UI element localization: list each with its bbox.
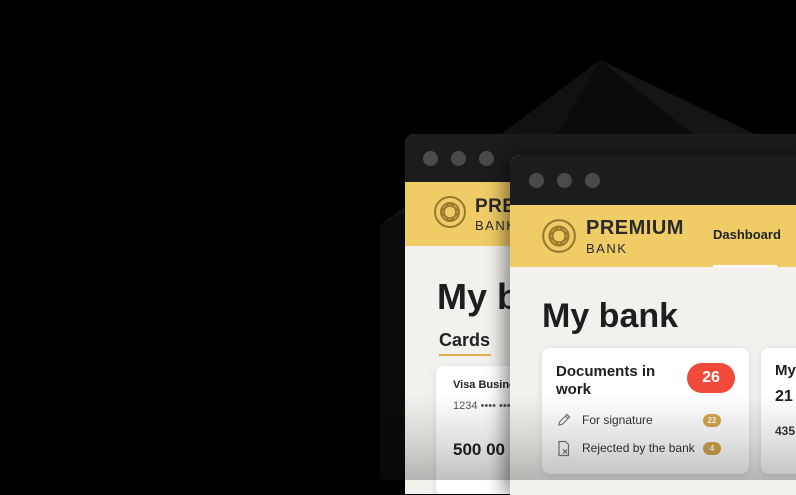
secondary-card-number: 21 <box>775 388 793 405</box>
for-signature-link[interactable]: For signature <box>582 413 653 427</box>
for-signature-count: 22 <box>703 414 721 427</box>
window-maximize-dot[interactable] <box>585 173 600 188</box>
tab-cards[interactable]: Cards <box>439 330 490 351</box>
window-minimize-dot[interactable] <box>451 151 466 166</box>
documents-in-work-card[interactable]: Documents in work 26 For signature 22 Re… <box>542 348 749 474</box>
secondary-summary-card[interactable]: My 21 435 <box>761 348 796 474</box>
documents-title: Documents in work <box>556 363 656 398</box>
brand-name: PREMIUM <box>586 217 684 239</box>
bank-header: PREMIUM BANK Dashboard <box>510 205 796 268</box>
secondary-card-subvalue: 435 <box>775 424 796 438</box>
brand-subname: BANK <box>586 241 628 256</box>
pen-icon <box>556 412 572 433</box>
page-title: My bank <box>542 297 679 335</box>
tab-cards-underline <box>439 354 491 356</box>
card-number: 1234 •••• ••• <box>453 400 511 412</box>
window-minimize-dot[interactable] <box>557 173 572 188</box>
titlebar <box>510 155 796 205</box>
card-balance: 500 00 <box>453 440 505 459</box>
front-browser-window: PREMIUM BANK Dashboard My bank Documents… <box>510 155 796 495</box>
rejected-count: 4 <box>703 442 721 455</box>
rejected-document-icon <box>556 440 572 462</box>
window-close-dot[interactable] <box>423 151 438 166</box>
documents-count-badge: 26 <box>687 363 735 393</box>
window-close-dot[interactable] <box>529 173 544 188</box>
secondary-card-title: My <box>775 362 796 379</box>
premium-bank-logo-icon <box>432 194 468 230</box>
page-title: My b <box>437 276 520 317</box>
window-maximize-dot[interactable] <box>479 151 494 166</box>
premium-bank-logo-icon <box>540 217 578 255</box>
nav-dashboard[interactable]: Dashboard <box>713 227 781 242</box>
nav-dashboard-active-indicator <box>713 265 777 268</box>
rejected-by-bank-link[interactable]: Rejected by the bank <box>582 441 695 455</box>
card-name: Visa Busine <box>453 379 516 391</box>
